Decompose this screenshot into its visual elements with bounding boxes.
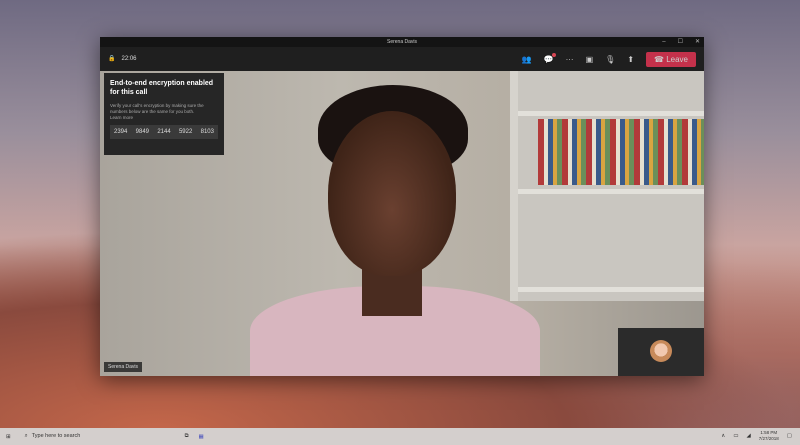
leave-button[interactable]: ☎ Leave (646, 52, 696, 67)
network-icon[interactable]: ◢ (747, 433, 751, 439)
close-button[interactable]: ✕ (695, 37, 700, 47)
self-avatar (650, 340, 672, 362)
notifications-icon[interactable]: ▢ (787, 433, 792, 439)
microphone-icon[interactable]: 🎙 (605, 55, 615, 64)
teams-call-window: Serena Davis – ☐ ✕ 🔒 22:06 👥 💬 ··· ▣ 🎙 ⬆ … (100, 37, 704, 376)
title-bar: Serena Davis – ☐ ✕ (100, 37, 704, 47)
call-timer: 22:06 (121, 55, 137, 62)
chevron-up-icon[interactable]: ∧ (721, 433, 725, 439)
chat-icon[interactable]: 💬 (544, 53, 556, 64)
taskbar: ⊞ ⌕ Type here to search ⧉ ▦ ∧ ▭ ◢ 1:58 PM… (0, 428, 800, 445)
battery-icon[interactable]: ▭ (733, 433, 738, 439)
self-view[interactable] (618, 328, 704, 376)
minimize-button[interactable]: – (662, 37, 665, 47)
hang-up-icon: ☎ (654, 55, 667, 64)
share-screen-icon[interactable]: ⬆ (627, 55, 634, 64)
bookshelf (510, 71, 704, 301)
learn-more-link[interactable]: Learn more (110, 115, 218, 120)
participant-video (328, 111, 456, 276)
encryption-codes: 2394 9849 2144 5922 8103 (110, 125, 218, 139)
task-view-icon[interactable]: ⧉ (185, 433, 189, 440)
participants-icon[interactable]: 👥 (522, 55, 532, 64)
code: 5922 (178, 129, 193, 135)
participant-name-label: Serena Davis (104, 362, 143, 372)
maximize-button[interactable]: ☐ (678, 37, 683, 47)
camera-off-icon[interactable]: ▣ (586, 55, 594, 64)
windows-start-icon[interactable]: ⊞ (6, 434, 11, 440)
encryption-lock-icon[interactable]: 🔒 (108, 55, 115, 62)
encryption-description: Verify your call's encryption by making … (110, 103, 204, 114)
code: 8103 (200, 129, 214, 135)
code: 2394 (114, 129, 128, 135)
code: 2144 (157, 129, 171, 135)
encryption-title: End-to-end encryption enabled for this c… (110, 80, 214, 96)
taskbar-search[interactable]: ⌕ Type here to search (25, 433, 175, 440)
call-toolbar: 🔒 22:06 👥 💬 ··· ▣ 🎙 ⬆ ☎ Leave (100, 47, 704, 71)
more-options-icon[interactable]: ··· (566, 55, 574, 64)
code: 9849 (135, 129, 150, 135)
window-title: Serena Davis (386, 39, 417, 45)
teams-app-icon[interactable]: ▦ (199, 434, 204, 440)
system-clock[interactable]: 1:58 PM 7/27/2018 (759, 430, 779, 442)
search-icon: ⌕ (24, 433, 28, 439)
encryption-panel: End-to-end encryption enabled for this c… (104, 73, 224, 155)
